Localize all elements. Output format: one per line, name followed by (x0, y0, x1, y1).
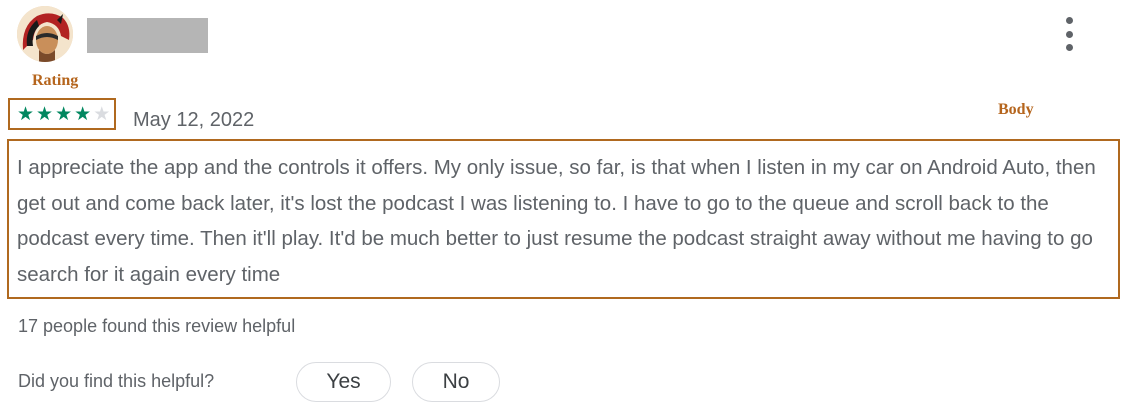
helpful-question: Did you find this helpful? (18, 371, 215, 391)
annotation-rating-label: Rating (32, 72, 79, 89)
star-empty-icon: ★ (93, 104, 111, 125)
annotation-body-label: Body (998, 101, 1034, 118)
star-filled-icon: ★ (74, 104, 92, 125)
yes-button[interactable]: Yes (296, 362, 391, 402)
star-rating: ★ ★ ★ ★ ★ (17, 104, 110, 126)
review-text: I appreciate the app and the controls it… (17, 156, 1096, 286)
helpful-count: 17 people found this review helpful (18, 316, 296, 336)
avatar-headdress-icon (17, 6, 73, 62)
menu-dot (1065, 44, 1073, 51)
avatar (17, 6, 73, 62)
star-filled-icon: ★ (36, 104, 54, 125)
menu-dot (1065, 17, 1073, 24)
star-filled-icon: ★ (17, 104, 35, 125)
review-date: May 12, 2022 (133, 109, 255, 131)
no-button[interactable]: No (412, 362, 500, 402)
star-filled-icon: ★ (55, 104, 73, 125)
more-vert-icon[interactable] (1055, 17, 1083, 51)
reviewer-name-redacted (87, 18, 208, 53)
menu-dot (1065, 30, 1073, 38)
